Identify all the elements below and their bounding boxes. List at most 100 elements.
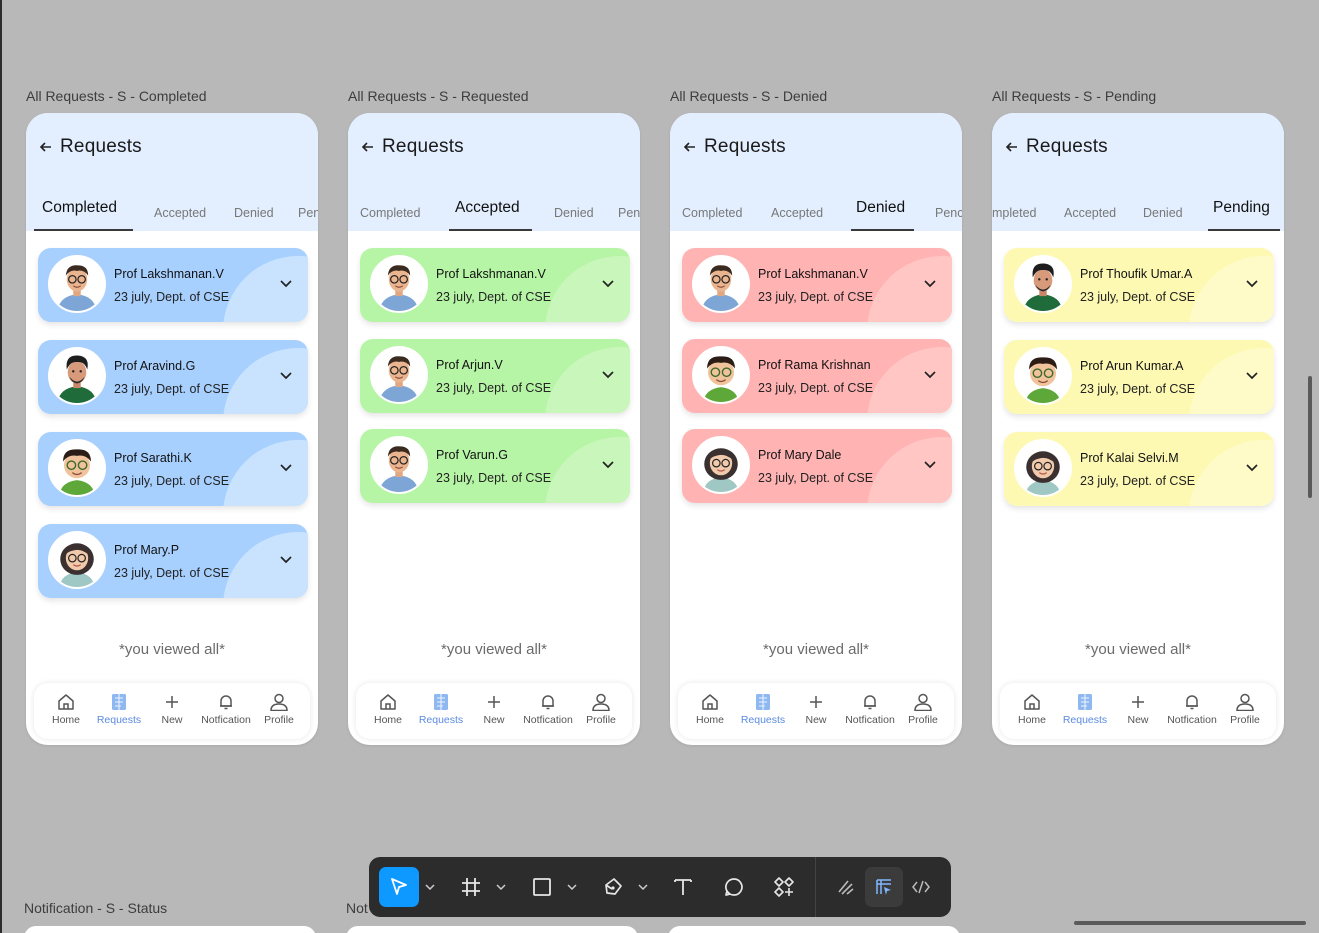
request-card[interactable]: Prof Arjun.V 23 july, Dept. of CSE xyxy=(360,339,630,413)
requests-icon xyxy=(735,693,791,711)
draw-mode-button[interactable] xyxy=(827,867,865,907)
tab-pen[interactable]: Pen xyxy=(298,206,318,220)
pen-tool-dropdown[interactable] xyxy=(636,867,650,907)
frame-label[interactable]: All Requests - S - Requested xyxy=(348,88,529,104)
nav-label: Profile xyxy=(586,714,616,726)
tab-denied[interactable]: Denied xyxy=(1143,206,1183,220)
tab-completed[interactable]: Completed xyxy=(682,206,742,220)
nav-notfication[interactable]: Notfication xyxy=(520,693,576,726)
rectangle-tool-button[interactable] xyxy=(522,867,562,907)
request-card[interactable]: Prof Lakshmanan.V 23 july, Dept. of CSE xyxy=(38,248,308,322)
comment-tool-button[interactable] xyxy=(714,867,754,907)
frame-tool-dropdown[interactable] xyxy=(494,867,508,907)
nav-profile[interactable]: Profile xyxy=(573,693,629,726)
chevron-down-icon[interactable] xyxy=(600,369,616,381)
text-tool-button[interactable] xyxy=(663,867,703,907)
request-card[interactable]: Prof Varun.G 23 july, Dept. of CSE xyxy=(360,429,630,503)
chevron-down-icon[interactable] xyxy=(922,459,938,471)
frame-tool-button[interactable] xyxy=(451,867,491,907)
requester-name: Prof Arjun.V xyxy=(436,358,503,372)
frame-label[interactable]: All Requests - S - Denied xyxy=(670,88,827,104)
tab-pen[interactable]: Pen xyxy=(618,206,640,220)
nav-requests[interactable]: Requests xyxy=(735,693,791,726)
nav-requests[interactable]: Requests xyxy=(1057,693,1113,726)
request-card[interactable]: Prof Mary Dale 23 july, Dept. of CSE xyxy=(682,429,952,503)
request-card[interactable]: Prof Arun Kumar.A 23 july, Dept. of CSE xyxy=(1004,340,1274,414)
nav-notfication[interactable]: Notfication xyxy=(1164,693,1220,726)
frame-label[interactable]: All Requests - S - Pending xyxy=(992,88,1156,104)
tab-accepted[interactable]: Accepted xyxy=(771,206,823,220)
nav-home[interactable]: Home xyxy=(38,693,94,726)
chevron-down-icon[interactable] xyxy=(1244,462,1260,474)
request-card[interactable]: Prof Lakshmanan.V 23 july, Dept. of CSE xyxy=(682,248,952,322)
back-arrow-icon[interactable] xyxy=(1004,139,1020,155)
chevron-down-icon[interactable] xyxy=(1244,370,1260,382)
nav-home[interactable]: Home xyxy=(360,693,416,726)
tab-mpleted[interactable]: mpleted xyxy=(992,206,1036,220)
nav-home[interactable]: Home xyxy=(1004,693,1060,726)
chevron-down-icon[interactable] xyxy=(278,462,294,474)
tab-accepted[interactable]: Accepted xyxy=(455,199,520,217)
request-card[interactable]: Prof Rama Krishnan 23 july, Dept. of CSE xyxy=(682,339,952,413)
chevron-down-icon[interactable] xyxy=(600,278,616,290)
chevron-down-icon[interactable] xyxy=(922,369,938,381)
request-card[interactable]: Prof Lakshmanan.V 23 july, Dept. of CSE xyxy=(360,248,630,322)
tab-penc[interactable]: Penc xyxy=(935,206,962,220)
back-arrow-icon[interactable] xyxy=(682,139,698,155)
frame-label-notification-status[interactable]: Notification - S - Status xyxy=(24,900,167,916)
tab-completed[interactable]: Completed xyxy=(360,206,420,220)
status-tabs: mpleted Accepted Denied Pending xyxy=(992,185,1284,231)
request-card[interactable]: Prof Sarathi.K 23 july, Dept. of CSE xyxy=(38,432,308,506)
vertical-scrollbar[interactable] xyxy=(1308,376,1312,498)
request-card[interactable]: Prof Mary.P 23 july, Dept. of CSE xyxy=(38,524,308,598)
request-date: 23 july, Dept. of CSE xyxy=(1080,290,1196,304)
horizontal-scrollbar[interactable] xyxy=(1074,921,1306,925)
tab-completed[interactable]: Completed xyxy=(42,199,117,217)
frame-label-notification-partial[interactable]: Not xyxy=(346,900,368,916)
request-card[interactable]: Prof Kalai Selvi.M 23 july, Dept. of CSE xyxy=(1004,432,1274,506)
chevron-down-icon xyxy=(567,884,577,890)
rectangle-tool-dropdown[interactable] xyxy=(565,867,579,907)
back-arrow-icon[interactable] xyxy=(360,139,376,155)
design-mode-button[interactable] xyxy=(865,867,903,907)
pen-tool-button[interactable] xyxy=(593,867,633,907)
tab-accepted[interactable]: Accepted xyxy=(154,206,206,220)
nav-profile[interactable]: Profile xyxy=(1217,693,1273,726)
nav-new[interactable]: New xyxy=(466,693,522,726)
request-card[interactable]: Prof Thoufik Umar.A 23 july, Dept. of CS… xyxy=(1004,248,1274,322)
frame-label[interactable]: All Requests - S - Completed xyxy=(26,88,207,104)
nav-home[interactable]: Home xyxy=(682,693,738,726)
tab-denied[interactable]: Denied xyxy=(234,206,274,220)
nav-profile[interactable]: Profile xyxy=(895,693,951,726)
tab-accepted[interactable]: Accepted xyxy=(1064,206,1116,220)
nav-profile[interactable]: Profile xyxy=(251,693,307,726)
chevron-down-icon[interactable] xyxy=(600,459,616,471)
tab-denied[interactable]: Denied xyxy=(856,199,905,217)
tab-denied[interactable]: Denied xyxy=(554,206,594,220)
request-card[interactable]: Prof Aravind.G 23 july, Dept. of CSE xyxy=(38,340,308,414)
dev-mode-button[interactable] xyxy=(902,867,940,907)
canvas-left-edge xyxy=(0,0,2,933)
chevron-down-icon[interactable] xyxy=(278,278,294,290)
move-tool-dropdown[interactable] xyxy=(423,867,437,907)
nav-new[interactable]: New xyxy=(144,693,200,726)
nav-new[interactable]: New xyxy=(1110,693,1166,726)
requester-name: Prof Lakshmanan.V xyxy=(114,267,224,281)
components-tool-button[interactable] xyxy=(764,867,804,907)
back-arrow-icon[interactable] xyxy=(38,139,54,155)
nav-requests[interactable]: Requests xyxy=(413,693,469,726)
nav-notfication[interactable]: Notfication xyxy=(198,693,254,726)
chevron-down-icon[interactable] xyxy=(278,370,294,382)
nav-requests[interactable]: Requests xyxy=(91,693,147,726)
nav-new[interactable]: New xyxy=(788,693,844,726)
chevron-down-icon[interactable] xyxy=(278,554,294,566)
tab-pending[interactable]: Pending xyxy=(1213,199,1270,217)
nav-notfication[interactable]: Notfication xyxy=(842,693,898,726)
move-tool-button[interactable] xyxy=(379,867,419,907)
requester-name: Prof Lakshmanan.V xyxy=(436,267,546,281)
chevron-down-icon[interactable] xyxy=(1244,278,1260,290)
bottom-navigation: Home Requests New Notfication Profile xyxy=(34,683,310,739)
requests-icon xyxy=(1057,693,1113,711)
chevron-down-icon[interactable] xyxy=(922,278,938,290)
requester-name: Prof Mary.P xyxy=(114,543,180,557)
